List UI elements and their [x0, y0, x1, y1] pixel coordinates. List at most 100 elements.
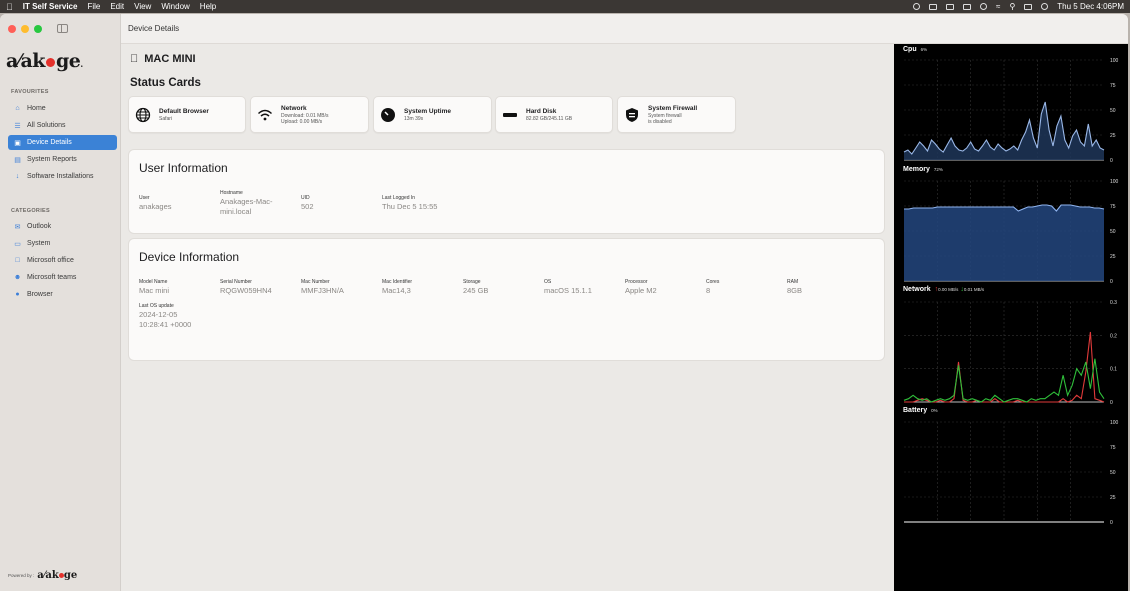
y-tick-label: 25: [1110, 254, 1116, 260]
y-tick-label: 100: [1110, 420, 1119, 426]
field-value: Apple M2: [625, 286, 657, 295]
status-card-hard-disk: Hard Disk 82.82 GB/245.11 GB: [495, 96, 613, 133]
close-button[interactable]: [8, 24, 16, 33]
field-value: anakages: [139, 202, 172, 211]
field-value: 502: [301, 202, 314, 211]
sidebar-item-home[interactable]: ⌂ Home: [8, 101, 117, 116]
siri-icon[interactable]: [1041, 3, 1049, 10]
y-tick-label: 0.3: [1110, 300, 1117, 306]
display-icon[interactable]: [946, 3, 955, 10]
field-os: OS macOS 15.1.1: [544, 279, 592, 296]
y-tick-label: 0.2: [1110, 333, 1117, 339]
card-value: Safari: [159, 115, 173, 122]
sidebar-item-label: Software Installations: [27, 173, 94, 180]
menu-help[interactable]: Help: [200, 2, 216, 11]
sidebar-item-microsoft-office[interactable]: □ Microsoft office: [8, 253, 117, 268]
sidebar-item-all-solutions[interactable]: ☰ All Solutions: [8, 118, 117, 133]
cpu-chart: 100 75 50 25 0: [903, 58, 1119, 164]
card-value: is disabled: [648, 118, 672, 125]
battery-icon[interactable]: [963, 3, 972, 10]
report-icon: ▤: [14, 156, 21, 164]
field-label: OS: [544, 279, 552, 285]
field-value: 2024-12-05 10:28:41 +0000: [139, 310, 192, 329]
sidebar-item-microsoft-teams[interactable]: ☻ Microsoft teams: [8, 270, 117, 285]
field-user: User anakages: [139, 195, 172, 212]
sidebar-item-label: Outlook: [27, 223, 52, 230]
card-title: System Uptime: [404, 107, 451, 115]
sidebar-item-system-reports[interactable]: ▤ System Reports: [8, 152, 117, 167]
menu-bar:  IT Self Service File Edit View Window …: [0, 0, 1130, 13]
window-controls: [8, 24, 68, 33]
menu-window[interactable]: Window: [161, 2, 189, 11]
categories-nav: ✉ Outlook ▭ System □ Microsoft office ☻ …: [8, 219, 117, 304]
sidebar-item-label: System: [27, 240, 51, 247]
y-tick-label: 50: [1110, 108, 1116, 114]
y-tick-label: 50: [1110, 229, 1116, 235]
document-icon: □: [15, 257, 20, 264]
field-value: 8GB: [787, 286, 803, 295]
cpu-value: 6%: [920, 47, 928, 52]
device-icon: ▣: [14, 139, 21, 147]
disk-icon: [502, 107, 518, 123]
status-card-network: Network Download: 0.01 MB/s Upload: 0.00…: [250, 96, 369, 133]
cpu-title: Cpu 6%: [903, 46, 927, 53]
sidebar-item-outlook[interactable]: ✉ Outlook: [8, 219, 117, 234]
field-mac-identifier: Mac Identifier Mac14,3: [382, 279, 412, 296]
battery-label: Battery: [903, 407, 928, 414]
y-tick-label: 75: [1110, 445, 1116, 451]
memory-label: Memory: [903, 166, 930, 173]
field-label: Last Logged In: [382, 195, 416, 201]
sidebar-toggle-icon[interactable]: [57, 24, 68, 33]
sidebar-item-label: All Solutions: [27, 122, 66, 129]
field-mac-number: Mac Number MMFJ3HN/A: [301, 279, 344, 296]
control-center-icon[interactable]: [1024, 3, 1033, 10]
status-card-default-browser: Default Browser Safari: [128, 96, 246, 133]
field-model-name: Model Name Mac mini: [139, 279, 169, 296]
field-hostname: Hostname Anakages-Mac-mini.local: [220, 190, 290, 217]
sidebar-item-device-details[interactable]: ▣ Device Details: [8, 135, 117, 150]
mail-icon: ✉: [14, 223, 21, 231]
card-value: 82.82 GB/245.11 GB: [526, 115, 573, 122]
field-processor: Processor Apple M2: [625, 279, 657, 296]
menu-app-name[interactable]: IT Self Service: [23, 2, 78, 11]
card-title: Hard Disk: [526, 107, 557, 115]
field-cores: Cores 8: [706, 279, 719, 296]
menu-edit[interactable]: Edit: [110, 2, 124, 11]
apple-menu-icon[interactable]: : [6, 2, 13, 12]
powered-by: Powered by : a⁄ak ge: [8, 570, 77, 581]
menu-clock[interactable]: Thu 5 Dec 4:06PM: [1057, 2, 1124, 11]
sidebar-item-label: Browser: [27, 291, 53, 298]
y-tick-label: 0.1: [1110, 367, 1117, 373]
card-value: Upload: 0.00 MB/s: [281, 118, 323, 125]
memory-chart: 100 75 50 25 0: [904, 179, 1119, 285]
spotlight-search-icon[interactable]: ⚲: [1009, 2, 1015, 11]
field-serial-number: Serial Number RQGW059HN4: [220, 279, 272, 296]
sidebar-item-browser[interactable]: ● Browser: [8, 287, 117, 302]
sidebar-item-software-installations[interactable]: ↓ Software Installations: [8, 169, 117, 184]
sidebar-item-label: Microsoft teams: [27, 274, 77, 281]
field-label: Last OS update: [139, 303, 174, 309]
device-information-heading: Device Information: [139, 250, 240, 264]
sidebar-item-system[interactable]: ▭ System: [8, 236, 117, 251]
status-item-icon[interactable]: [913, 3, 921, 10]
monitor-icon: ▭: [14, 240, 21, 248]
y-tick-label: 50: [1110, 470, 1116, 476]
menu-view[interactable]: View: [134, 2, 151, 11]
user-icon[interactable]: [980, 3, 988, 10]
field-label: Processor: [625, 279, 648, 285]
minimize-button[interactable]: [21, 24, 29, 33]
cpu-label: Cpu: [903, 46, 917, 53]
bluetooth-icon[interactable]: [929, 3, 938, 10]
favourites-nav: ⌂ Home ☰ All Solutions ▣ Device Details …: [8, 101, 117, 186]
favourites-label: FAVOURITES: [11, 89, 49, 95]
user-information-panel: User Information User anakages Hostname …: [128, 149, 885, 234]
shield-icon: [624, 107, 640, 123]
network-upload-value: 0.00 MB/s: [938, 287, 959, 292]
field-last-os-update: Last OS update 2024-12-05 10:28:41 +0000: [139, 303, 205, 330]
zoom-button[interactable]: [34, 24, 42, 33]
sidebar-item-label: System Reports: [27, 156, 77, 163]
wifi-status-icon[interactable]: ≈: [996, 2, 1000, 11]
categories-label: CATEGORIES: [11, 208, 50, 214]
menu-file[interactable]: File: [87, 2, 100, 11]
field-value: MMFJ3HN/A: [301, 286, 344, 295]
